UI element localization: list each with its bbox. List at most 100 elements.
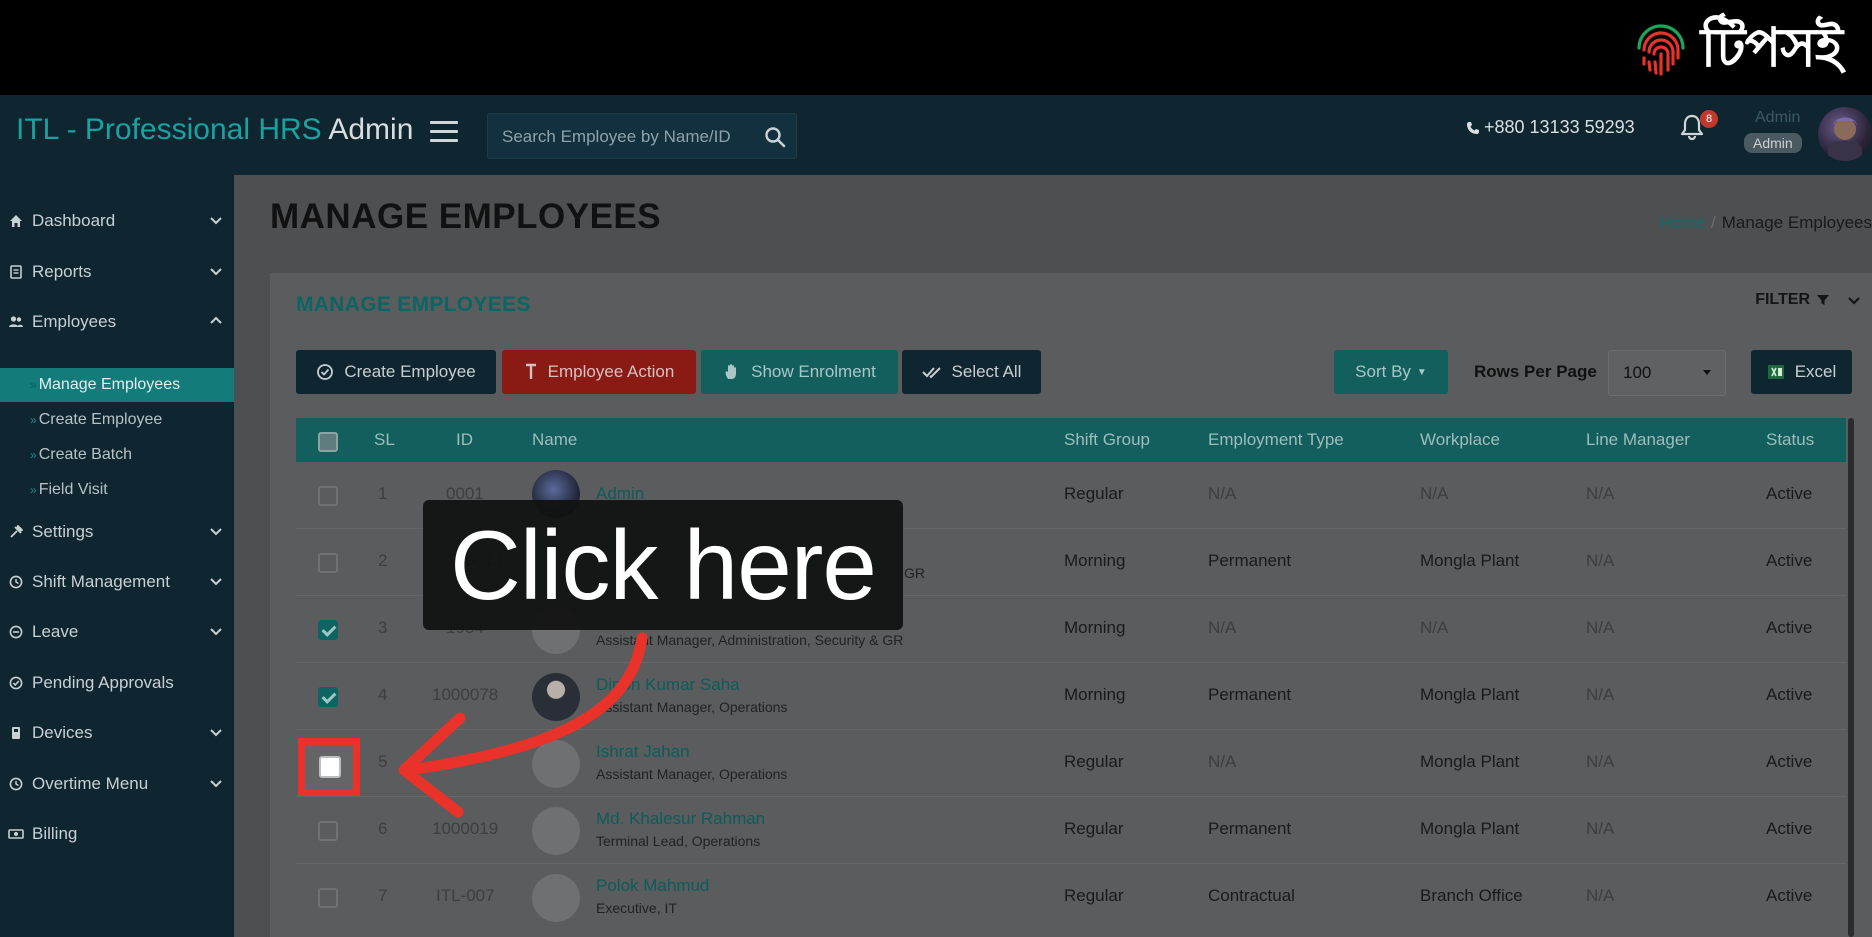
row-checkbox[interactable] xyxy=(318,620,338,640)
row-checkbox[interactable] xyxy=(318,687,338,707)
support-phone[interactable]: +880 13133 59293 xyxy=(1466,117,1635,138)
chevron-down-icon xyxy=(210,780,222,788)
caret-down-icon xyxy=(1703,370,1711,375)
sidebar-item-label: Billing xyxy=(32,824,78,843)
cell-shift-group: Regular xyxy=(1064,484,1124,503)
sidebar-item-dashboard[interactable]: Dashboard xyxy=(0,201,234,241)
page-title: MANAGE EMPLOYEES xyxy=(270,197,662,236)
select-all-label: Select All xyxy=(951,362,1022,381)
cell-shift-group: Morning xyxy=(1064,618,1126,637)
video-top-band: টিপসই xyxy=(0,0,1872,95)
employee-search-input[interactable] xyxy=(502,124,752,150)
support-phone-text: +880 13133 59293 xyxy=(1484,117,1635,137)
sidebar-item-pending-approvals[interactable]: Pending Approvals xyxy=(0,663,234,703)
cell-employment-type: Permanent xyxy=(1208,685,1292,704)
sidebar-item-settings[interactable]: Settings xyxy=(0,512,234,552)
sidebar-item-billing[interactable]: Billing xyxy=(0,814,234,854)
column-header-shift-group[interactable]: Shift Group xyxy=(1064,430,1150,450)
cell-status: Active xyxy=(1766,685,1813,704)
clock-icon xyxy=(8,574,24,590)
show-enrolment-button[interactable]: Show Enrolment xyxy=(701,350,898,394)
breadcrumb-home-link[interactable]: Home xyxy=(1660,213,1705,232)
minus-circle-icon xyxy=(8,624,24,640)
cell-workplace: Mongla Plant xyxy=(1420,551,1520,570)
app-title[interactable]: ITL - Professional HRS Admin xyxy=(16,113,413,147)
chevron-down-icon xyxy=(210,729,222,737)
create-employee-button[interactable]: Create Employee xyxy=(296,350,496,394)
breadcrumb: Home / Manage Employees xyxy=(1659,213,1872,232)
chevron-down-icon xyxy=(210,217,222,225)
cell-status: Active xyxy=(1766,551,1813,570)
chevron-down-icon xyxy=(210,628,222,636)
card-header: MANAGE EMPLOYEES FILTER xyxy=(270,273,1872,339)
select-all-checkbox[interactable] xyxy=(318,432,338,452)
cell-employment-type: N/A xyxy=(1208,618,1237,637)
sidebar-subitem-create-employee[interactable]: » Create Employee xyxy=(0,403,234,437)
employee-name-link[interactable]: Polok Mahmud xyxy=(596,876,709,896)
money-icon xyxy=(8,826,24,842)
row-checkbox[interactable] xyxy=(318,821,338,841)
cell-line-manager: N/A xyxy=(1586,819,1615,838)
user-avatar[interactable] xyxy=(1818,107,1872,161)
double-check-icon xyxy=(921,367,941,379)
sidebar-item-label: Shift Management xyxy=(32,572,170,591)
app-title-suffix: Admin xyxy=(328,113,414,146)
cell-employment-type: Contractual xyxy=(1208,886,1295,905)
cell-status: Active xyxy=(1766,819,1813,838)
column-header-workplace[interactable]: Workplace xyxy=(1420,430,1500,450)
sidebar-item-shift-management[interactable]: Shift Management xyxy=(0,562,234,602)
sidebar-item-employees[interactable]: Employees xyxy=(0,302,234,342)
row-checkbox[interactable] xyxy=(318,553,338,573)
sidebar-item-label: Overtime Menu xyxy=(32,774,149,793)
column-header-status[interactable]: Status xyxy=(1766,430,1814,450)
sidebar-item-label: Devices xyxy=(32,723,93,742)
sidebar-item-devices[interactable]: Devices xyxy=(0,713,234,753)
employee-action-button[interactable]: Employee Action xyxy=(502,350,696,394)
cell-line-manager: N/A xyxy=(1586,886,1615,905)
column-header-employment-type[interactable]: Employment Type xyxy=(1208,430,1344,450)
search-icon[interactable] xyxy=(764,126,786,148)
employee-table-header: SL ID Name Shift Group Employment Type W… xyxy=(296,418,1846,462)
sidebar-subitem-label: Create Batch xyxy=(38,446,133,463)
table-row[interactable]: 7 ITL-007 Polok Mahmud Executive, IT Reg… xyxy=(296,864,1846,937)
user-name[interactable]: Admin xyxy=(1755,109,1800,127)
card-title: MANAGE EMPLOYEES xyxy=(296,293,531,316)
device-icon xyxy=(8,725,24,741)
sidebar-subitem-create-batch[interactable]: » Create Batch xyxy=(0,438,234,472)
employee-designation: Terminal Lead, Operations xyxy=(596,833,761,849)
rows-per-page-select[interactable]: 100 xyxy=(1608,350,1726,396)
cell-sl: 2 xyxy=(378,551,388,570)
column-header-line-manager[interactable]: Line Manager xyxy=(1586,430,1690,450)
cell-sl: 1 xyxy=(378,484,388,503)
column-header-sl[interactable]: SL xyxy=(374,430,395,450)
sidebar-item-leave[interactable]: Leave xyxy=(0,612,234,652)
sidebar-subitem-field-visit[interactable]: » Field Visit xyxy=(0,473,234,507)
cell-sl: 7 xyxy=(378,886,388,905)
app-title-main: ITL - Professional HRS xyxy=(16,113,322,146)
excel-export-button[interactable]: Excel xyxy=(1751,350,1852,394)
column-header-id[interactable]: ID xyxy=(456,430,473,450)
filter-toggle[interactable]: FILTER xyxy=(1755,291,1862,309)
excel-icon xyxy=(1767,365,1784,379)
sort-by-dropdown[interactable]: Sort By ▼ xyxy=(1334,350,1448,394)
cell-sl: 6 xyxy=(378,819,388,838)
sidebar-item-label: Employees xyxy=(32,312,117,331)
hamburger-menu-icon[interactable] xyxy=(430,121,458,143)
sidebar-item-reports[interactable]: Reports xyxy=(0,252,234,292)
cell-workplace: Mongla Plant xyxy=(1420,752,1520,771)
select-all-button[interactable]: Select All xyxy=(902,350,1041,394)
table-scrollbar[interactable] xyxy=(1848,418,1854,937)
sidebar-subitem-manage-employees[interactable]: » Manage Employees xyxy=(0,368,234,402)
column-header-name[interactable]: Name xyxy=(532,430,577,450)
chevron-up-icon xyxy=(210,316,222,324)
row-checkbox[interactable] xyxy=(318,888,338,908)
breadcrumb-current: Manage Employees xyxy=(1721,213,1872,232)
sidebar-item-overtime-menu[interactable]: Overtime Menu xyxy=(0,764,234,804)
cell-status: Active xyxy=(1766,752,1813,771)
cell-status: Active xyxy=(1766,618,1813,637)
filter-icon xyxy=(1817,295,1829,305)
tools-icon xyxy=(8,524,24,540)
cell-shift-group: Regular xyxy=(1064,819,1124,838)
highlighted-row-checkbox[interactable] xyxy=(319,756,341,778)
row-checkbox[interactable] xyxy=(318,486,338,506)
